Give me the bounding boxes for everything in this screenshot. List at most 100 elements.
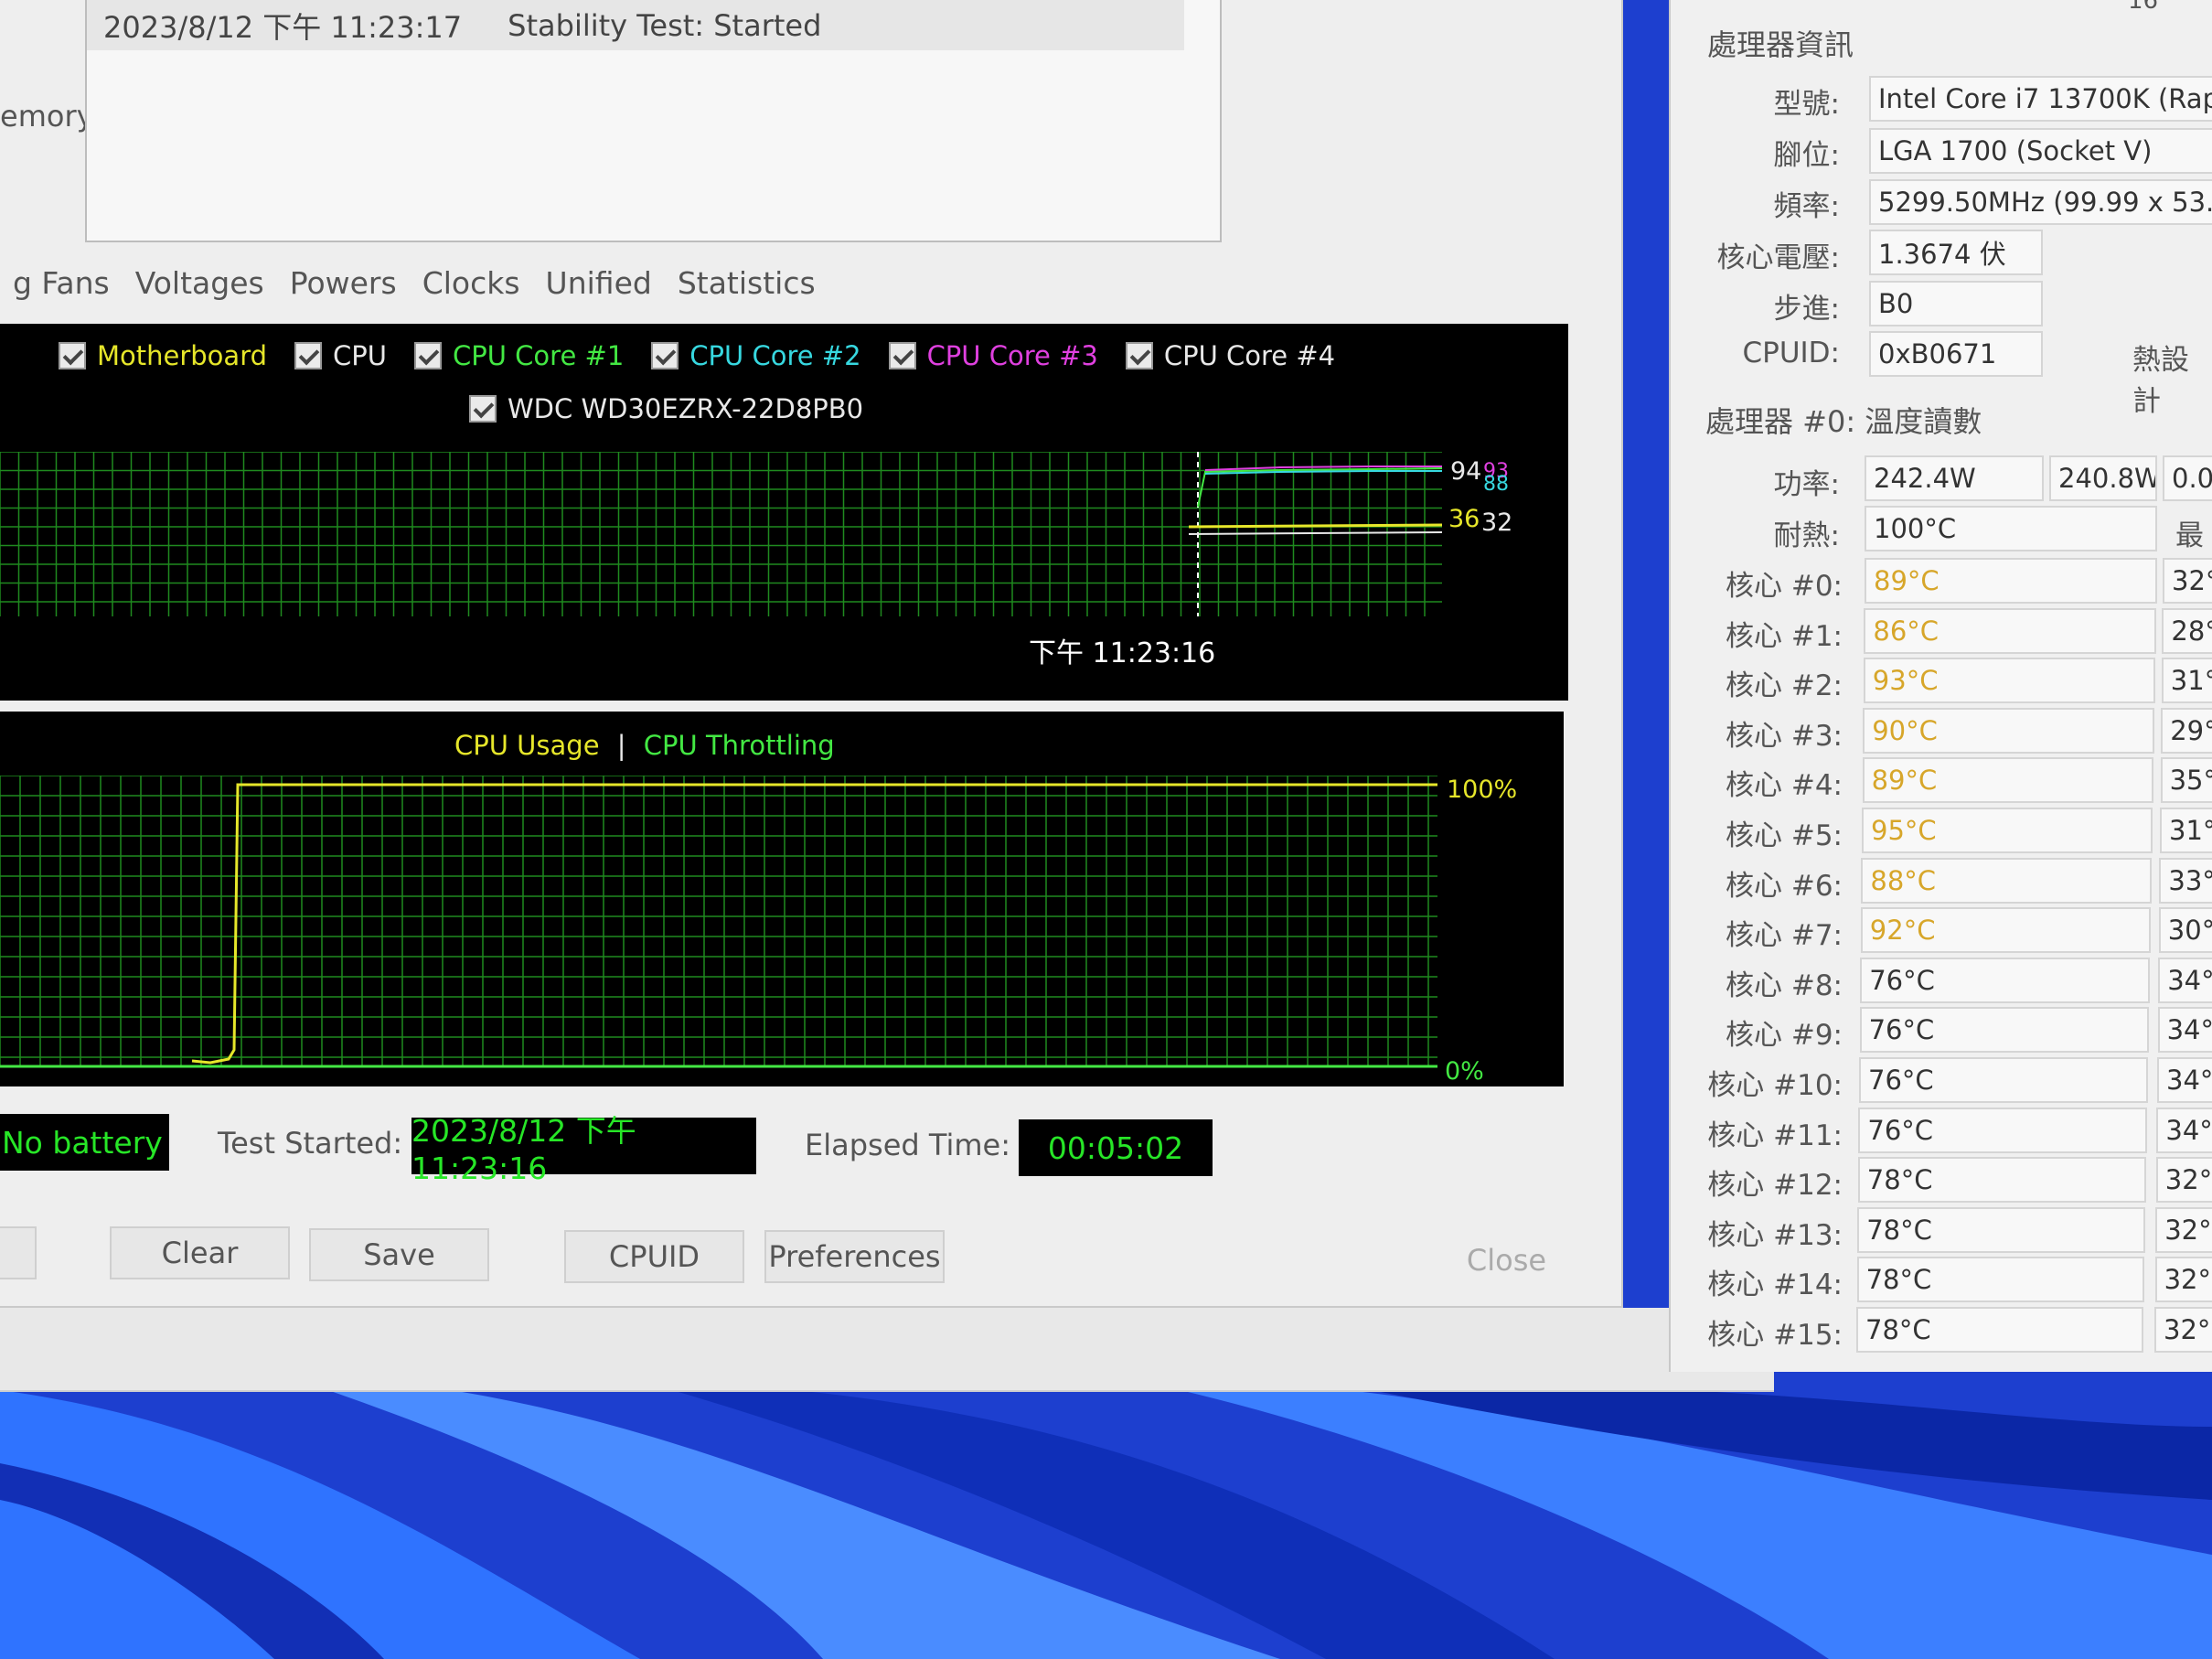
tjmax-label: 耐熱:: [1773, 519, 1840, 552]
core-min-temp: 35°: [2160, 757, 2212, 804]
usage-title-throttling: CPU Throttling: [643, 730, 835, 761]
core-label: 核心 #5:: [1726, 819, 1843, 852]
core-current-temp: 78°C: [1856, 1307, 2143, 1353]
core-label: 核心 #10:: [1707, 1069, 1843, 1102]
core-min-temp: 34°: [2157, 1057, 2212, 1103]
save-button[interactable]: Save: [309, 1228, 489, 1281]
reading-low-1: 36: [1448, 505, 1480, 533]
cpuid-button[interactable]: CPUID: [564, 1230, 744, 1283]
legend-cpu-core-4[interactable]: CPU Core #4: [1125, 340, 1335, 371]
core-label: 核心 #8:: [1726, 969, 1843, 1002]
core-label: 核心 #1:: [1726, 619, 1843, 653]
tab-unified[interactable]: Unified: [533, 265, 665, 301]
temp-readings-title: 處理器 #0: 溫度讀數: [1705, 404, 1982, 439]
legend-motherboard[interactable]: Motherboard: [59, 340, 267, 371]
core-min-temp: 32°: [2154, 1307, 2212, 1353]
tab-cooling-fans[interactable]: g Fans: [0, 265, 123, 301]
legend-cpu-core-3[interactable]: CPU Core #3: [888, 340, 1098, 371]
top-partial-value: 16: [2128, 0, 2159, 15]
checkbox-icon: [888, 342, 916, 369]
core-current-temp: 76°C: [1859, 1057, 2148, 1103]
elapsed-time-value: 00:05:02: [1019, 1119, 1213, 1176]
stepping-label: 步進:: [1773, 293, 1840, 326]
checkbox-icon: [294, 342, 323, 369]
legend-cpu[interactable]: CPU: [294, 340, 387, 371]
core-label: 核心 #7:: [1726, 919, 1843, 953]
core-current-temp: 92°C: [1860, 907, 2151, 954]
legend-wdc-drive[interactable]: WDC WD30EZRX-22D8PB0: [469, 393, 863, 424]
core-current-temp: 89°C: [1865, 558, 2157, 604]
core-label: 核心 #4:: [1726, 769, 1843, 803]
test-started-label: Test Started:: [218, 1126, 403, 1161]
core-min-temp: 32°: [2155, 1206, 2212, 1253]
battery-status: No battery: [0, 1114, 169, 1171]
checkbox-icon: [469, 395, 497, 423]
core-min-temp: 32°: [2163, 558, 2212, 604]
core-current-temp: 86°C: [1864, 607, 2156, 654]
core-current-temp: 78°C: [1857, 1157, 2146, 1204]
frequency-value: 5299.50MHz (99.99 x 53.0): [1869, 179, 2212, 225]
core-min-temp: 31°: [2161, 658, 2212, 704]
power-value-2: 240.8W: [2049, 455, 2157, 501]
model-value: Intel Core i7 13700K (Raptor L: [1869, 76, 2212, 122]
tab-clocks[interactable]: Clocks: [410, 265, 533, 301]
cpuid-label: CPUID:: [1742, 337, 1841, 369]
core-label: 核心 #9:: [1726, 1019, 1843, 1053]
clear-button[interactable]: Clear: [110, 1226, 290, 1279]
legend-cpu-core-1[interactable]: CPU Core #1: [414, 340, 624, 371]
log-entry: 2023/8/12 下午 11:23:17 Stability Test: St…: [87, 0, 1184, 50]
frequency-label: 頻率:: [1773, 190, 1840, 223]
core-min-temp: 34°: [2156, 1107, 2212, 1153]
socket-label: 腳位:: [1773, 139, 1840, 172]
checkbox-icon: [651, 342, 679, 369]
core-label: 核心 #15:: [1707, 1319, 1843, 1352]
model-label: 型號:: [1773, 88, 1840, 121]
start-button[interactable]: [0, 1226, 37, 1279]
checkbox-icon: [414, 342, 442, 369]
tab-statistics[interactable]: Statistics: [665, 265, 828, 301]
tjmax-value: 100°C: [1865, 506, 2157, 551]
core-label: 核心 #12:: [1707, 1169, 1843, 1203]
power-value-3: 0.0: [2163, 455, 2212, 501]
stepping-value: B0: [1869, 281, 2043, 326]
usage-plot: 100% 0%: [0, 776, 1517, 1086]
core-label: 核心 #13:: [1707, 1218, 1843, 1252]
preferences-button[interactable]: Preferences: [764, 1230, 945, 1283]
core-min-temp: 32°: [2154, 1257, 2212, 1303]
tdp-label: 熱設計: [2132, 344, 2189, 418]
legend-cpu-core-2[interactable]: CPU Core #2: [651, 340, 861, 371]
cpuid-value: 0xB0671: [1869, 331, 2043, 377]
series-drive: [1188, 531, 1443, 535]
usage-title-separator: |: [616, 730, 626, 761]
core-current-temp: 89°C: [1862, 757, 2153, 804]
usage-graph-title: CPU Usage | CPU Throttling: [454, 730, 835, 761]
graph-tabs: g Fans Voltages Powers Clocks Unified St…: [0, 265, 828, 301]
core-min-temp: 32°: [2155, 1157, 2212, 1204]
core-voltage-value: 1.3674 伏: [1869, 230, 2043, 275]
core-current-temp: 78°C: [1857, 1206, 2145, 1253]
tab-powers[interactable]: Powers: [277, 265, 410, 301]
core-label: 核心 #11:: [1707, 1118, 1843, 1152]
close-button[interactable]: Close: [1427, 1234, 1587, 1287]
core-voltage-label: 核心電壓:: [1716, 241, 1840, 274]
core-label: 核心 #2:: [1726, 669, 1843, 703]
tab-voltages[interactable]: Voltages: [123, 265, 277, 301]
core-min-temp: 34°: [2157, 1007, 2212, 1054]
usage-min-label: 0%: [1445, 1057, 1484, 1086]
core-min-temp: 34°: [2158, 957, 2212, 1003]
graph-legend: Motherboard CPU CPU Core #1 CPU Core #2 …: [59, 340, 1362, 371]
core-min-temp: 31°: [2160, 808, 2212, 853]
cpu-info-title: 處理器資訊: [1707, 27, 1854, 62]
core-current-temp: 76°C: [1860, 957, 2150, 1003]
power-label: 功率:: [1773, 468, 1840, 501]
core-label: 核心 #14:: [1707, 1268, 1843, 1302]
reading-high-1: 94: [1450, 457, 1481, 486]
core-min-temp: 30°: [2158, 907, 2212, 954]
log-message: Stability Test: Started: [508, 7, 822, 43]
time-axis-label: 下午 11:23:16: [1029, 637, 1215, 669]
sidebar-item-memory[interactable]: emory: [0, 99, 94, 134]
core-label: 核心 #6:: [1726, 869, 1843, 903]
series-motherboard: [1188, 523, 1443, 529]
core-label: 核心 #3:: [1726, 719, 1843, 753]
power-value-1: 242.4W: [1865, 455, 2044, 501]
